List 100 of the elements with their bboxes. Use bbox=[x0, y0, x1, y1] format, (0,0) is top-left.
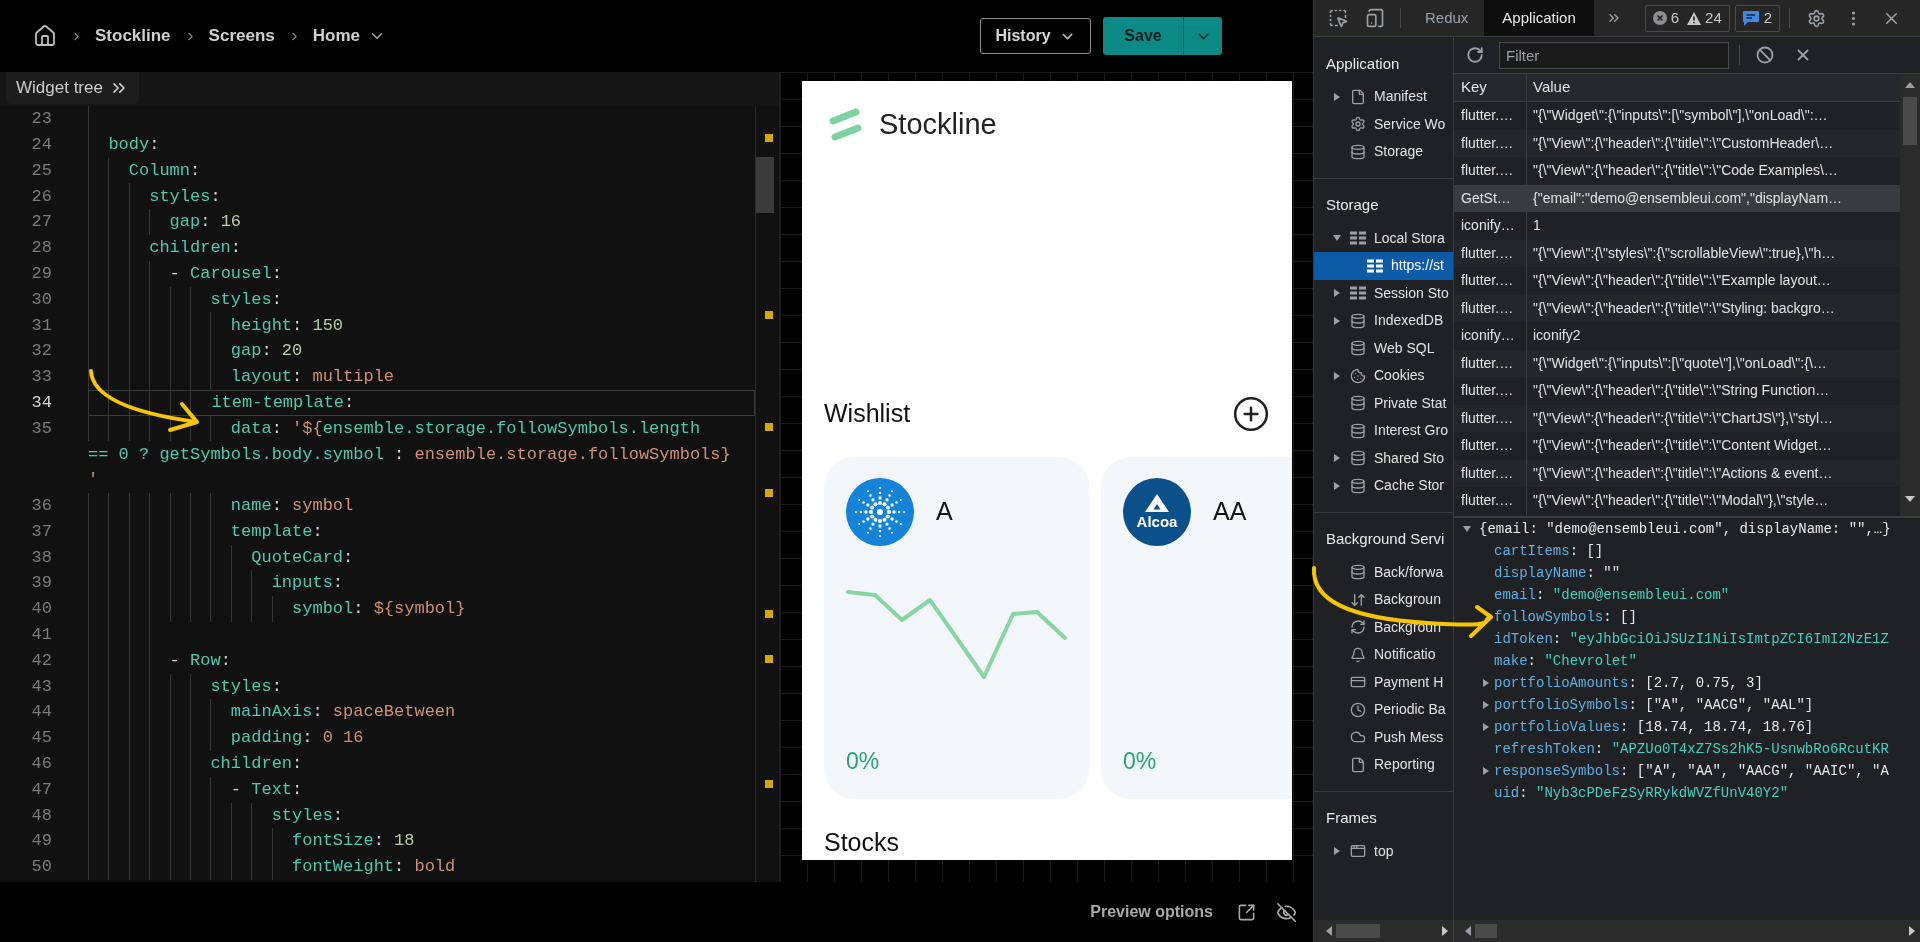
sidebar-item[interactable]: Service Wo bbox=[1314, 110, 1453, 138]
sidebar-item[interactable]: Shared Sto bbox=[1314, 444, 1453, 472]
scrollbar-thumb[interactable] bbox=[1475, 924, 1497, 938]
sidebar-item[interactable]: Interest Gro bbox=[1314, 417, 1453, 445]
sidebar-item[interactable]: Cache Stor bbox=[1314, 472, 1453, 500]
caret-right-icon[interactable] bbox=[1333, 481, 1341, 490]
sidebar-item[interactable]: IndexedDB bbox=[1314, 307, 1453, 335]
table-row[interactable]: flutter.… "{\"View\":{\"header\":{\"title\":\"ChartJS\"},\"styl… bbox=[1454, 404, 1900, 432]
devtools-tab[interactable]: Redux bbox=[1413, 0, 1481, 36]
home-icon[interactable] bbox=[33, 24, 57, 48]
table-row[interactable]: GetSt… {"email":"demo@ensembleui.com","displayNam… bbox=[1454, 184, 1900, 212]
caret-right-icon[interactable] bbox=[1482, 701, 1490, 709]
code-line: children: bbox=[209, 753, 303, 776]
table-cell-text: flutter.… bbox=[1461, 491, 1514, 511]
caret-right-icon[interactable] bbox=[1333, 92, 1341, 101]
caret-right-icon[interactable] bbox=[1482, 723, 1490, 731]
preview-options-link[interactable]: Preview options bbox=[1090, 900, 1213, 924]
scroll-right-arrow-icon[interactable] bbox=[1909, 926, 1915, 936]
line-number: 23 bbox=[31, 108, 52, 131]
line-number: 36 bbox=[31, 495, 52, 518]
sidebar-item[interactable]: Push Mess bbox=[1314, 723, 1453, 751]
devtools-tab[interactable]: Application bbox=[1484, 0, 1594, 36]
filter-field[interactable]: Filter bbox=[1499, 41, 1729, 69]
code-line: fontSize: 18 bbox=[291, 830, 415, 853]
sidebar-item[interactable]: Local Stora bbox=[1314, 224, 1453, 252]
table-row[interactable]: flutter.… "{\"View\":{\"header\":{\"title\":\"CustomHeader\… bbox=[1454, 129, 1900, 157]
breadcrumb-link[interactable]: Screens bbox=[208, 23, 275, 49]
breadcrumb-link[interactable]: Stockline bbox=[95, 23, 171, 49]
scroll-right-arrow-icon[interactable] bbox=[1442, 926, 1448, 936]
table-cell-text: GetSt… bbox=[1461, 188, 1511, 208]
settings-icon[interactable] bbox=[1807, 8, 1827, 28]
scrollbar-thumb[interactable] bbox=[1903, 97, 1917, 145]
scroll-left-arrow-icon[interactable] bbox=[1326, 926, 1332, 936]
sidebar-item[interactable]: Payment H bbox=[1314, 668, 1453, 696]
caret-right-icon[interactable] bbox=[1333, 454, 1341, 463]
caret-right-icon[interactable] bbox=[1333, 847, 1341, 856]
sidebar-item[interactable]: Private Stat bbox=[1314, 389, 1453, 417]
table-row[interactable]: flutter.… "{\"View\":{\"header\":{\"title\":\"Actions & event… bbox=[1454, 459, 1900, 487]
sidebar-item[interactable]: Reporting bbox=[1314, 751, 1453, 779]
scroll-up-arrow-icon[interactable] bbox=[1905, 82, 1915, 88]
line-number: 40 bbox=[31, 598, 52, 621]
breadcrumb-link[interactable]: Home bbox=[312, 23, 386, 49]
sidebar-item[interactable]: https://st bbox=[1314, 252, 1453, 280]
scroll-down-arrow-icon[interactable] bbox=[1905, 496, 1915, 502]
table-row[interactable]: flutter.… "{\"View\":{\"header\":{\"title\":\"Styling: backgro… bbox=[1454, 294, 1900, 322]
stock-card[interactable]: A 0% bbox=[824, 456, 1089, 799]
table-cell-text: flutter.… bbox=[1461, 271, 1514, 291]
sidebar-item[interactable]: top bbox=[1314, 837, 1453, 865]
sidebar-item[interactable]: Periodic Ba bbox=[1314, 696, 1453, 724]
caret-down-icon[interactable] bbox=[1463, 525, 1471, 533]
code-line: symbol: ${symbol} bbox=[291, 598, 466, 621]
device-toggle-icon[interactable] bbox=[1365, 8, 1385, 28]
ruler-marker-icon bbox=[765, 780, 773, 788]
caret-right-icon[interactable] bbox=[1482, 767, 1490, 775]
code-line: gap: 20 bbox=[229, 340, 303, 363]
save-button[interactable]: Save bbox=[1103, 17, 1183, 55]
stock-card[interactable]: Alcoa AA 0% bbox=[1101, 456, 1292, 799]
refresh-icon[interactable] bbox=[1466, 46, 1484, 64]
column-header[interactable]: Value bbox=[1533, 76, 1571, 99]
section-header: Storage bbox=[1326, 195, 1379, 216]
sidebar-item[interactable]: Manifest bbox=[1314, 83, 1453, 111]
sidebar-item[interactable]: Session Sto bbox=[1314, 279, 1453, 307]
scroll-left-arrow-icon[interactable] bbox=[1465, 926, 1471, 936]
column-header[interactable]: Key bbox=[1461, 76, 1487, 99]
sidebar-item[interactable]: Cookies bbox=[1314, 362, 1453, 390]
external-link-icon[interactable] bbox=[1237, 902, 1256, 922]
ruler-marker-icon bbox=[765, 311, 773, 319]
messages-button[interactable]: 2 bbox=[1734, 4, 1781, 32]
file-icon bbox=[1350, 756, 1366, 773]
ruler-marker-icon bbox=[765, 134, 773, 142]
sidebar-item[interactable]: Notificatio bbox=[1314, 641, 1453, 669]
table-cell-text: flutter.… bbox=[1461, 436, 1514, 456]
add-circle-icon[interactable] bbox=[1232, 394, 1270, 433]
scrollbar-thumb[interactable] bbox=[1336, 924, 1380, 938]
table-row[interactable]: flutter.… "{\"View\":{\"styles\":{\"scrollableView\":true},\"h… bbox=[1454, 239, 1900, 267]
sidebar-item[interactable]: Backgroun bbox=[1314, 613, 1453, 641]
caret-down-icon[interactable] bbox=[1333, 234, 1341, 243]
sidebar-item[interactable]: Storage bbox=[1314, 138, 1453, 166]
caret-right-icon[interactable] bbox=[1333, 371, 1341, 380]
ruler-marker-icon bbox=[765, 655, 773, 663]
code-line: styles: bbox=[148, 185, 221, 208]
code-line: mainAxis: spaceBetween bbox=[229, 701, 456, 724]
widget-tree-toggle[interactable]: Widget tree bbox=[6, 72, 139, 104]
caret-right-icon[interactable] bbox=[1333, 316, 1341, 325]
clear-icon[interactable] bbox=[1756, 46, 1774, 64]
eye-off-icon[interactable] bbox=[1276, 901, 1297, 923]
issues-button[interactable]: 6 24 bbox=[1644, 4, 1730, 32]
sidebar-item[interactable]: Web SQL bbox=[1314, 334, 1453, 362]
database-icon bbox=[1350, 340, 1366, 357]
caret-right-icon[interactable] bbox=[1482, 679, 1490, 687]
scrollbar-thumb[interactable] bbox=[756, 157, 774, 213]
price-change: 0% bbox=[846, 747, 880, 776]
inspect-icon[interactable] bbox=[1328, 8, 1348, 28]
table-cell-text: "{\"View\":{\"header\":{\"title\":\"Example layout… bbox=[1533, 271, 1831, 291]
sidebar-item[interactable]: Back/forwa bbox=[1314, 558, 1453, 586]
history-button[interactable]: History bbox=[980, 18, 1091, 54]
line-number: 34 bbox=[31, 391, 52, 414]
caret-right-icon[interactable] bbox=[1333, 289, 1341, 298]
table-row[interactable]: flutter.… "{\"Widget\":{\"inputs\":[\"quote\"],\"onLoad\":{\… bbox=[1454, 349, 1900, 377]
sidebar-item[interactable]: Backgroun bbox=[1314, 586, 1453, 614]
